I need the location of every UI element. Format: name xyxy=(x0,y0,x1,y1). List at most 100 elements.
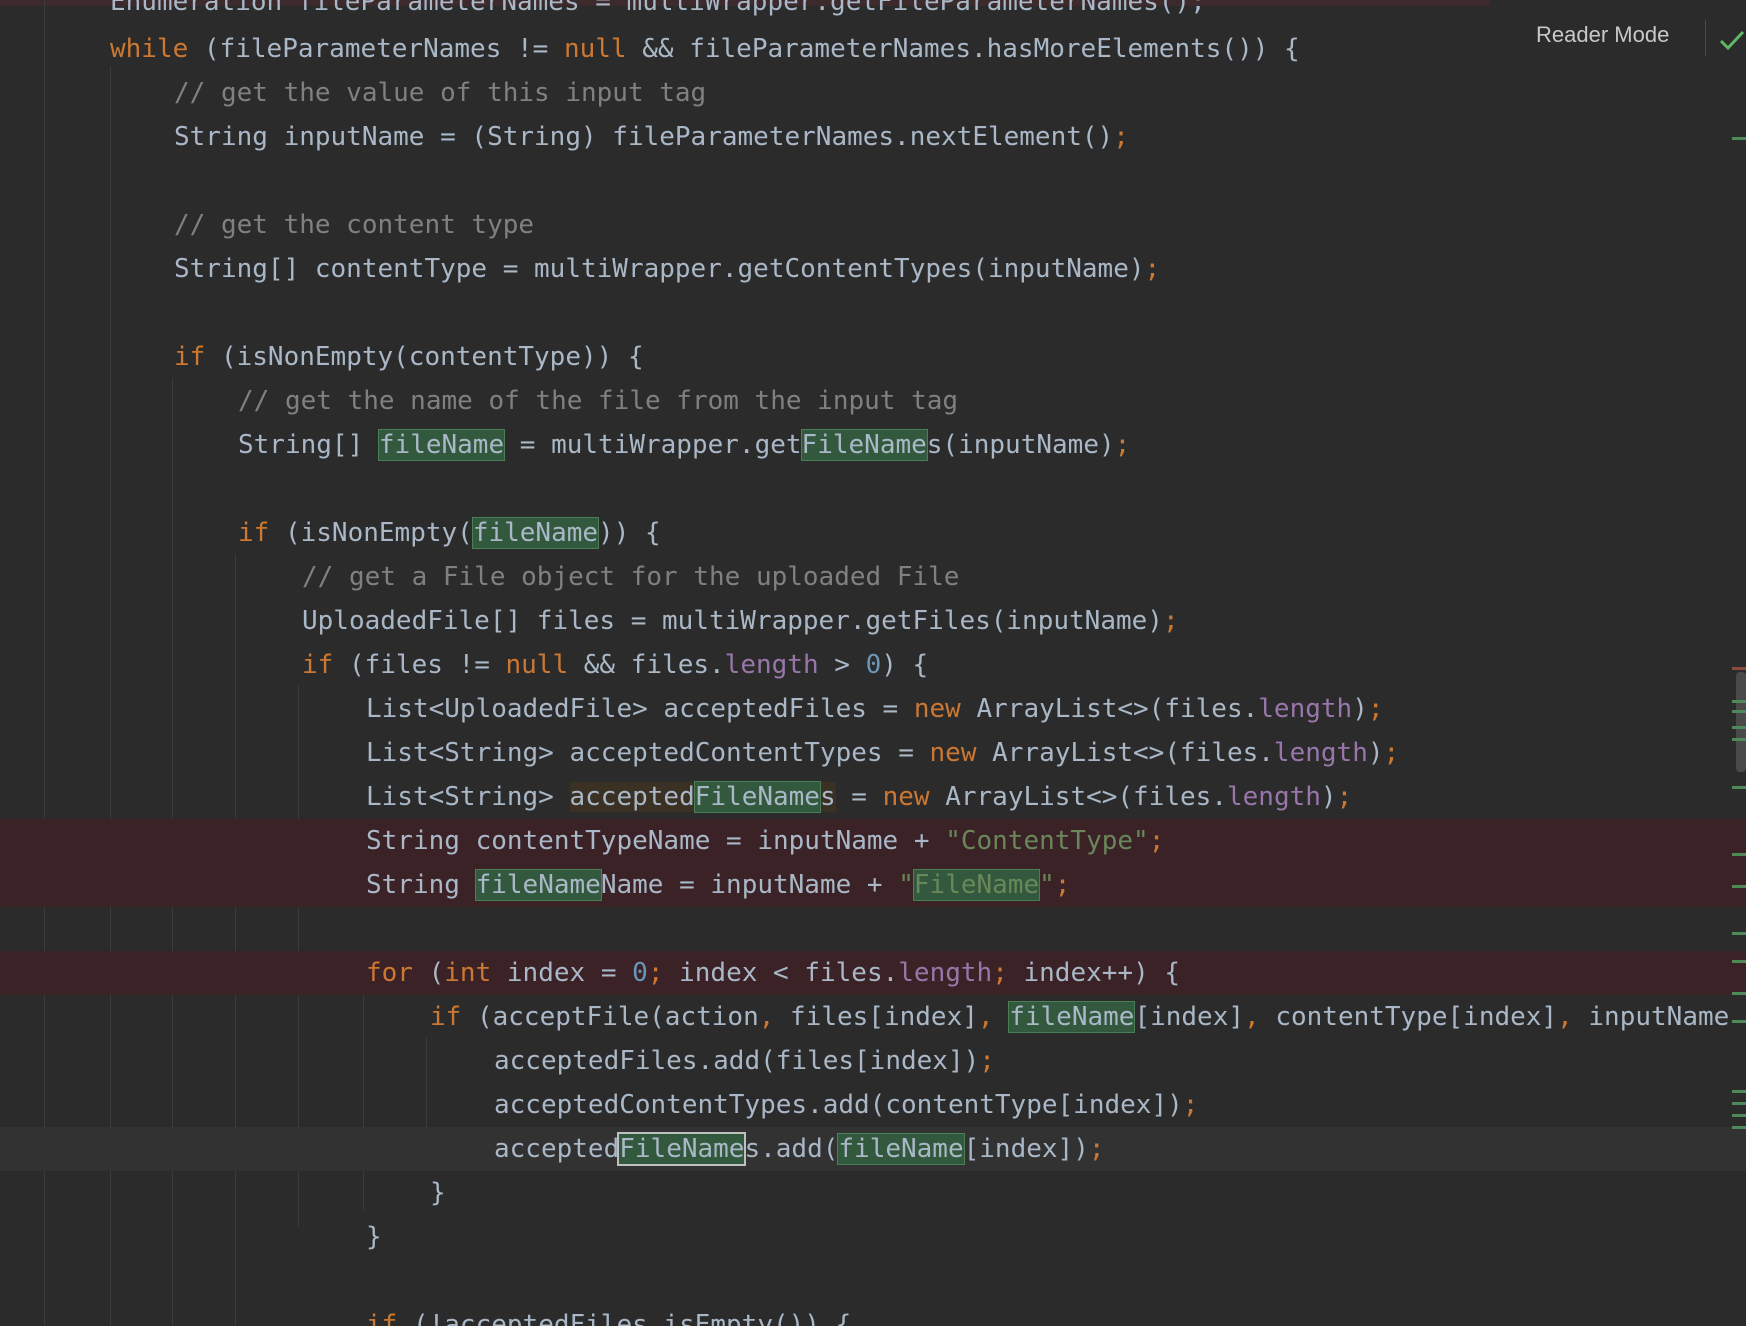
code-line[interactable]: List<String> acceptedFileNames = new Arr… xyxy=(0,775,1746,819)
code-text: (acceptFile(action xyxy=(461,1002,759,1032)
change-marker[interactable] xyxy=(1732,1114,1746,1117)
code-text: [index] xyxy=(1134,1002,1245,1032)
code-text: ArrayList<>(files. xyxy=(929,782,1227,812)
code-text: ) xyxy=(1367,738,1384,768)
code-line[interactable]: // get the name of the file from the inp… xyxy=(0,379,1746,423)
code-text: String contentTypeName = inputName + xyxy=(366,826,946,856)
change-marker[interactable] xyxy=(1732,726,1746,729)
code-text: ArrayList<>(files. xyxy=(976,738,1274,768)
code-line[interactable]: String inputName = (String) fileParamete… xyxy=(0,115,1746,159)
change-marker[interactable] xyxy=(1732,710,1746,713)
code-line[interactable]: if (isNonEmpty(contentType)) { xyxy=(0,335,1746,379)
keyword-null: null xyxy=(505,650,569,680)
occurrence-highlight: FileName xyxy=(800,429,928,461)
keyword-if: if xyxy=(174,342,206,372)
occurrence-highlight: fileName xyxy=(837,1133,965,1165)
occurrence-highlight: fileName xyxy=(471,517,600,549)
code-line-partial: Enumeration fileParameterNames = multiWr… xyxy=(110,0,1206,17)
comment: // get the content type xyxy=(174,210,535,240)
field-length: length xyxy=(1258,694,1353,724)
change-marker[interactable] xyxy=(1732,885,1746,888)
keyword-new: new xyxy=(882,782,930,812)
code-text: List<String> xyxy=(366,782,570,812)
code-text: acceptedContentTypes.add(contentType[ind… xyxy=(494,1090,1183,1120)
occurrence-highlight: FileName xyxy=(912,869,1041,901)
change-marker[interactable] xyxy=(1732,992,1746,995)
semicolon: ; xyxy=(992,958,1008,988)
code-line[interactable]: acceptedContentTypes.add(contentType[ind… xyxy=(0,1083,1746,1127)
occurrence-highlight: fileName xyxy=(1008,1001,1136,1033)
code-text: inputName xyxy=(1572,1002,1730,1032)
code-text: (isNonEmpty(contentType)) { xyxy=(205,342,644,372)
code-line[interactable]: List<String> acceptedContentTypes = new … xyxy=(0,731,1746,775)
comma: , xyxy=(758,1002,775,1032)
change-marker[interactable] xyxy=(1732,1102,1746,1105)
change-marker[interactable] xyxy=(1732,738,1746,741)
change-marker[interactable] xyxy=(1732,853,1746,856)
change-marker[interactable] xyxy=(1732,786,1746,789)
code-text: ) { xyxy=(881,650,929,680)
code-line-current[interactable]: acceptedFileNames.add(fileName[index]); xyxy=(0,1127,1746,1171)
comment: // get a File object for the uploaded Fi… xyxy=(302,562,960,592)
change-marker[interactable] xyxy=(1732,1126,1746,1129)
keyword-while: while xyxy=(110,34,189,64)
code-line-changed[interactable]: for (int index = 0; index < files.length… xyxy=(0,951,1746,995)
code-text: s.add( xyxy=(744,1134,839,1164)
code-text: ) xyxy=(1320,782,1337,812)
closing-brace: } xyxy=(430,1178,446,1208)
scrollbar-thumb[interactable] xyxy=(1736,672,1746,772)
change-marker[interactable] xyxy=(1732,137,1746,140)
semicolon: ; xyxy=(1162,606,1179,636)
code-line[interactable]: if (isNonEmpty(fileName)) { xyxy=(0,511,1746,555)
semicolon: ; xyxy=(1182,1090,1199,1120)
keyword-if: if xyxy=(302,650,334,680)
change-marker[interactable] xyxy=(1732,1020,1746,1023)
code-text: ( xyxy=(412,958,445,988)
code-text: > xyxy=(818,650,866,680)
field-length: length xyxy=(1273,738,1368,768)
code-text: (isNonEmpty( xyxy=(269,518,473,548)
semicolon: ; xyxy=(1054,870,1071,900)
code-line[interactable]: acceptedFiles.add(files[index]); xyxy=(0,1039,1746,1083)
code-line-changed[interactable]: String contentTypeName = inputName + "Co… xyxy=(0,819,1746,863)
code-line[interactable]: UploadedFile[] files = multiWrapper.getF… xyxy=(0,599,1746,643)
change-marker[interactable] xyxy=(1732,700,1746,703)
change-marker[interactable] xyxy=(1732,932,1746,935)
code-line[interactable]: // get a File object for the uploaded Fi… xyxy=(0,555,1746,599)
code-line[interactable]: while (fileParameterNames != null && fil… xyxy=(0,27,1746,71)
check-icon[interactable] xyxy=(1718,26,1746,54)
field-length: length xyxy=(1226,782,1321,812)
identifier-highlight: accepted xyxy=(569,782,695,812)
code-editor[interactable]: Enumeration fileParameterNames = multiWr… xyxy=(0,0,1746,1326)
code-line[interactable]: } xyxy=(0,1215,1746,1259)
semicolon: ; xyxy=(1148,826,1165,856)
change-marker[interactable] xyxy=(1732,1090,1746,1093)
code-line-changed[interactable]: String fileNameName = inputName + "FileN… xyxy=(0,863,1746,907)
code-text: accepted xyxy=(494,1134,620,1164)
keyword-if: if xyxy=(430,1002,462,1032)
code-text: index = xyxy=(491,958,633,988)
semicolon: ; xyxy=(647,958,664,988)
string-literal: " xyxy=(1039,870,1055,900)
caret-occurrence: FileName xyxy=(617,1132,747,1166)
code-line[interactable]: List<UploadedFile> acceptedFiles = new A… xyxy=(0,687,1746,731)
code-line[interactable]: } xyxy=(0,1171,1746,1215)
code-line[interactable]: if (!acceptedFiles.isEmpty()) { xyxy=(0,1303,1746,1326)
code-line[interactable]: if (files != null && files.length > 0) { xyxy=(0,643,1746,687)
code-line[interactable]: if (acceptFile(action, files[index], fil… xyxy=(0,995,1746,1039)
keyword-for: for xyxy=(366,958,413,988)
change-marker[interactable] xyxy=(1732,960,1746,963)
occurrence-highlight: FileName xyxy=(693,781,821,813)
code-line[interactable]: // get the value of this input tag xyxy=(0,71,1746,115)
keyword-if: if xyxy=(366,1310,398,1326)
field-length: length xyxy=(724,650,819,680)
code-line[interactable]: // get the content type xyxy=(0,203,1746,247)
code-text: [index]) xyxy=(963,1134,1089,1164)
code-text: (fileParameterNames != xyxy=(188,34,564,64)
code-line[interactable]: String[] contentType = multiWrapper.getC… xyxy=(0,247,1746,291)
keyword-null: null xyxy=(563,34,627,64)
code-line[interactable]: String[] fileName = multiWrapper.getFile… xyxy=(0,423,1746,467)
change-marker[interactable] xyxy=(1732,667,1746,670)
reader-mode-button[interactable]: Reader Mode xyxy=(1536,22,1670,48)
keyword-new: new xyxy=(929,738,977,768)
